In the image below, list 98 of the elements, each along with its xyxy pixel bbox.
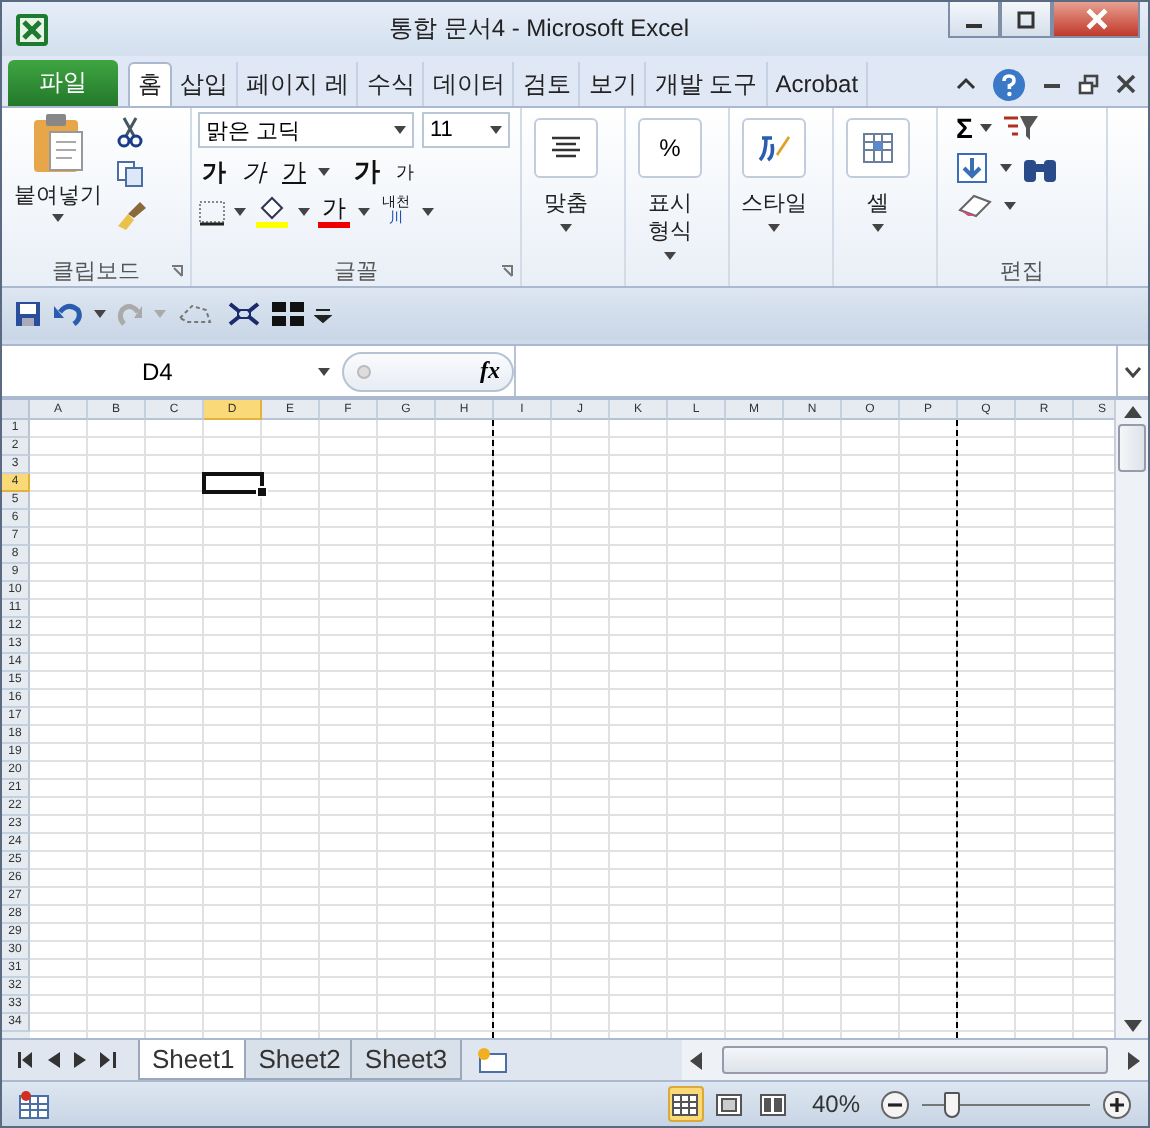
first-sheet-icon[interactable] <box>18 1052 34 1068</box>
scroll-right-icon[interactable] <box>1128 1051 1140 1069</box>
eraser-icon[interactable] <box>956 192 996 218</box>
page-icon <box>716 1093 743 1115</box>
save-icon[interactable] <box>14 300 42 328</box>
fill-down-icon[interactable] <box>956 152 992 184</box>
caret-icon[interactable] <box>298 208 310 216</box>
caret-icon[interactable] <box>1004 201 1016 209</box>
caret-icon <box>52 214 64 222</box>
excel-logo-icon <box>14 11 50 47</box>
caret-icon <box>664 252 676 260</box>
sheet-tab[interactable]: Sheet2 <box>244 1040 355 1080</box>
font-size-field[interactable]: 11 <box>422 112 510 148</box>
font-name-field[interactable]: 맑은 고딕 <box>198 112 414 148</box>
active-cell[interactable] <box>202 472 264 494</box>
grow-font-button[interactable]: 가 <box>350 154 384 190</box>
undo-icon[interactable] <box>52 300 84 328</box>
normal-view-button[interactable] <box>667 1086 704 1122</box>
cell-grid[interactable] <box>30 420 1114 1038</box>
align-lines-icon <box>550 136 582 160</box>
zoom-level[interactable]: 40% <box>811 1090 860 1118</box>
help-icon[interactable] <box>992 67 1026 101</box>
font-color-button[interactable]: 가 <box>318 196 350 228</box>
caret-icon <box>394 126 406 134</box>
caret-icon[interactable] <box>358 208 370 216</box>
caret-icon <box>768 224 780 232</box>
next-sheet-icon[interactable] <box>74 1052 86 1068</box>
expand-icon[interactable] <box>226 300 262 328</box>
sort-filter-icon[interactable] <box>1000 112 1041 144</box>
zoom-in-icon[interactable] <box>1102 1089 1132 1119</box>
name-box[interactable]: D4 <box>2 357 342 385</box>
dialog-launcher-icon[interactable] <box>170 264 184 278</box>
ribbon-button[interactable]: 스타일 <box>736 112 812 232</box>
autosum-button[interactable]: Σ <box>956 112 973 144</box>
maximize-icon <box>1016 9 1036 29</box>
paintbrush-icon[interactable] <box>116 200 148 232</box>
ribbon-tab[interactable]: 홈 <box>128 62 172 106</box>
maximize-button[interactable] <box>1000 2 1052 38</box>
zoom-out-icon[interactable] <box>880 1089 910 1119</box>
scroll-thumb[interactable] <box>722 1046 1108 1074</box>
caret-icon <box>872 224 884 232</box>
borders-icon[interactable] <box>198 199 226 225</box>
caret-icon <box>560 224 572 232</box>
ribbon-button[interactable]: % 표시 형식 <box>632 112 708 260</box>
sheet-tab[interactable]: Sheet1 <box>138 1040 249 1080</box>
new-sheet-icon[interactable] <box>473 1046 510 1074</box>
scroll-thumb[interactable] <box>1118 424 1146 472</box>
close-icon <box>1085 8 1107 30</box>
caret-icon[interactable] <box>1000 164 1012 172</box>
bold-button[interactable]: 가 <box>198 155 230 189</box>
close-icon[interactable] <box>1116 74 1136 94</box>
collapse-ribbon-icon[interactable] <box>956 76 976 92</box>
dialog-launcher-icon[interactable] <box>500 264 514 278</box>
caret-icon[interactable] <box>234 208 246 216</box>
scroll-left-icon[interactable] <box>690 1051 702 1069</box>
columns-icon <box>760 1093 787 1115</box>
scroll-down-icon[interactable] <box>1123 1020 1141 1032</box>
clipboard-icon <box>28 112 88 176</box>
dotted-shape-icon[interactable] <box>176 302 216 326</box>
macro-record-icon[interactable] <box>18 1089 50 1119</box>
underline-button[interactable]: 가 <box>278 155 310 189</box>
caret-icon[interactable] <box>318 168 330 176</box>
caret-icon <box>154 310 166 318</box>
customize-icon[interactable] <box>314 305 332 323</box>
caret-icon <box>490 126 502 134</box>
paste-button[interactable]: 붙여넣기 <box>8 112 108 254</box>
caret-icon <box>318 367 330 375</box>
table-icon <box>860 130 896 166</box>
italic-button[interactable]: 가 <box>238 155 270 189</box>
minimize-icon <box>966 23 982 27</box>
caret-icon[interactable] <box>422 208 434 216</box>
sheet-tab[interactable]: Sheet3 <box>350 1040 462 1080</box>
scroll-up-icon[interactable] <box>1123 406 1141 418</box>
group-label: 편집 <box>1000 257 1044 285</box>
caret-icon[interactable] <box>980 124 993 132</box>
grid-icon <box>672 1093 699 1115</box>
chevron-down-icon <box>1124 365 1142 377</box>
insert-function-button[interactable]: fx <box>480 356 500 386</box>
last-sheet-icon[interactable] <box>100 1052 116 1068</box>
zoom-slider-thumb[interactable] <box>944 1091 961 1117</box>
scissors-icon[interactable] <box>116 116 144 148</box>
copy-icon[interactable] <box>116 160 148 188</box>
caret-icon[interactable] <box>94 310 106 318</box>
group-label: 클립보드 <box>52 257 140 285</box>
file-tab[interactable]: 파일 <box>8 60 118 106</box>
ribbon-button[interactable]: 셀 <box>840 112 916 232</box>
minimize-button[interactable] <box>948 2 1000 38</box>
grid-icon[interactable] <box>272 302 304 326</box>
brush-letter-icon <box>756 130 792 166</box>
ribbon-button[interactable]: 맞춤 <box>528 112 604 232</box>
restore-icon[interactable] <box>1078 73 1100 95</box>
fill-color-icon[interactable] <box>254 196 290 228</box>
redo-icon <box>116 300 144 328</box>
close-button[interactable] <box>1052 2 1140 38</box>
previous-sheet-icon[interactable] <box>48 1052 60 1068</box>
shrink-font-button[interactable]: 가 <box>392 159 418 185</box>
group-label: 글꼴 <box>334 257 378 285</box>
window-title: 통합 문서4 - Microsoft Excel <box>386 12 692 46</box>
